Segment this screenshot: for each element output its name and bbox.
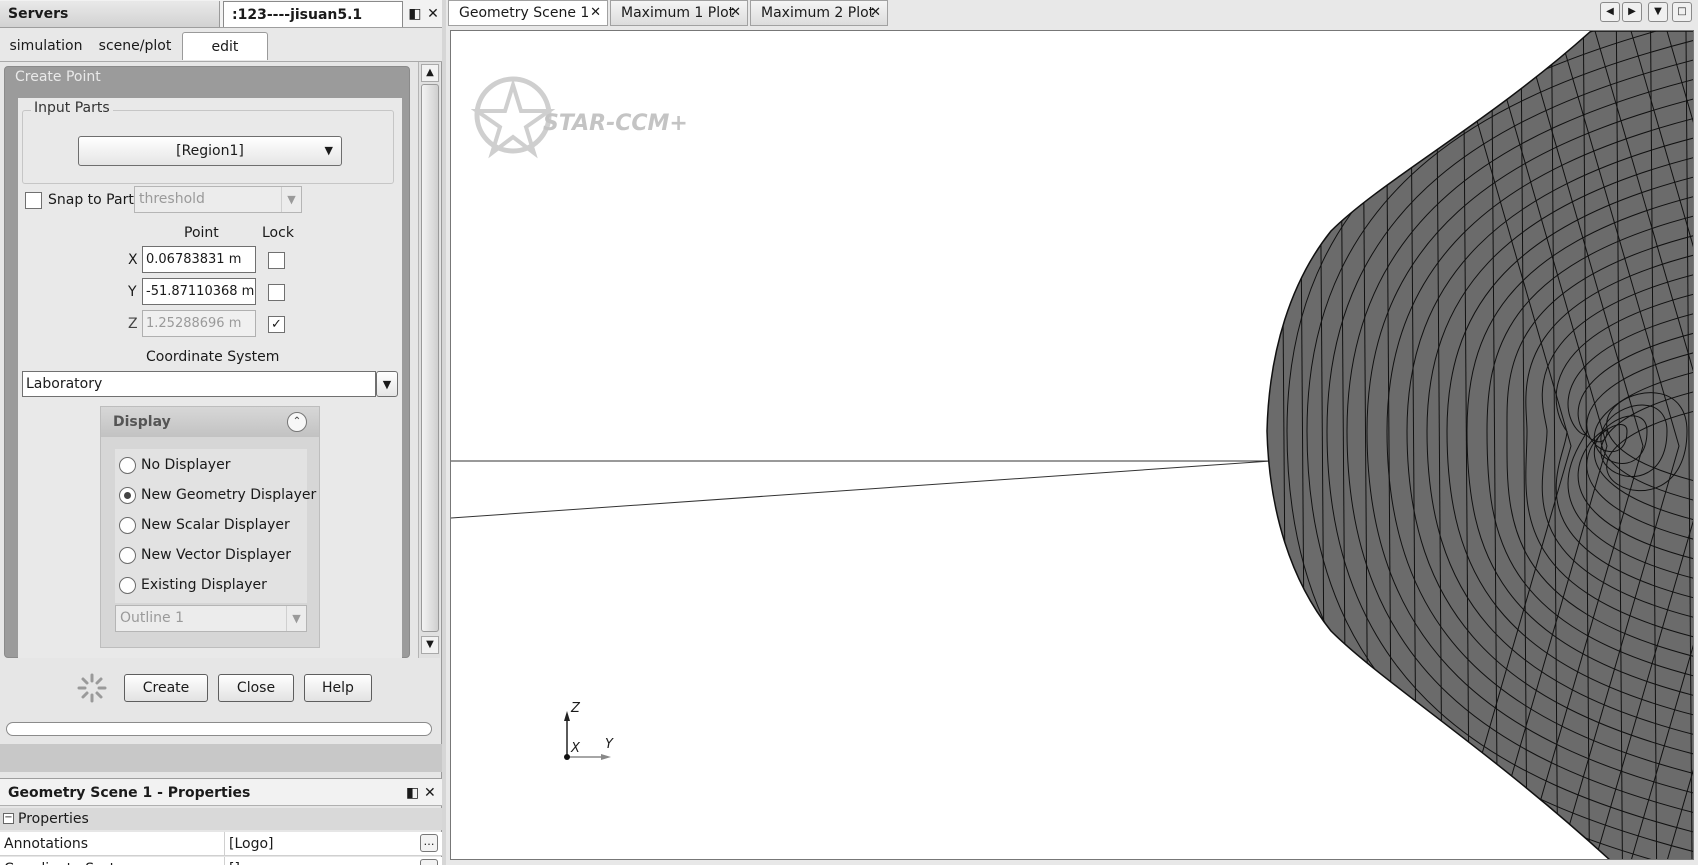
ellipsis-icon[interactable]: … — [420, 859, 438, 865]
property-value: [] — [224, 857, 422, 865]
geometry-scene-viewport[interactable]: STAR-CCM+ Z X Y — [450, 30, 1694, 860]
close-icon[interactable]: ✕ — [730, 1, 741, 25]
y-lock-checkbox[interactable] — [268, 284, 285, 301]
tab-label: Maximum 1 Plot — [621, 5, 735, 21]
point-column-header: Point — [184, 225, 219, 241]
properties-title: Geometry Scene 1 - Properties — [8, 785, 251, 801]
scroll-down-icon[interactable]: ▼ — [421, 636, 439, 654]
display-section: Display ⌃ No Displayer New Geometry Disp… — [100, 406, 320, 648]
maximize-icon[interactable]: □ — [1672, 2, 1692, 22]
form-scrollbar[interactable]: ▲ ▼ — [418, 62, 440, 658]
radio-existing-displayer[interactable] — [119, 577, 136, 594]
y-axis-label: Y — [128, 284, 137, 300]
radio-new-scalar-displayer[interactable] — [119, 517, 136, 534]
chevron-down-icon: ▼ — [286, 606, 306, 631]
tab-edit[interactable]: edit — [182, 32, 268, 60]
existing-displayer-label: Existing Displayer — [141, 577, 267, 593]
tab-maximum-2-plot[interactable]: Maximum 2 Plot ✕ — [750, 0, 888, 26]
create-button[interactable]: Create — [124, 674, 208, 702]
tab-label: Geometry Scene 1 — [459, 5, 590, 21]
x-axis-label: X — [128, 252, 138, 268]
radio-new-vector-displayer[interactable] — [119, 547, 136, 564]
new-scalar-displayer-label: New Scalar Displayer — [141, 517, 290, 533]
prev-icon[interactable]: ◀ — [1600, 2, 1620, 22]
properties-section[interactable]: − Properties — [0, 808, 442, 830]
new-geometry-displayer-label: New Geometry Displayer — [141, 487, 317, 503]
input-parts-dropdown[interactable]: [Region1] ▼ — [78, 136, 342, 166]
coordinate-system-dropdown-button[interactable]: ▼ — [376, 371, 398, 397]
tab-maximum-1-plot[interactable]: Maximum 1 Plot ✕ — [610, 0, 748, 26]
close-icon[interactable]: ✕ — [424, 779, 436, 807]
tab-scene-plot[interactable]: scene/plot — [92, 32, 178, 60]
simulation-tab[interactable]: :123----jisuan5.1 — [223, 1, 403, 27]
tab-geometry-scene-1[interactable]: Geometry Scene 1 ✕ — [448, 0, 608, 26]
close-icon[interactable]: ✕ — [424, 4, 442, 24]
x-lock-checkbox[interactable] — [268, 252, 285, 269]
dropdown-icon[interactable]: ▼ — [1648, 2, 1668, 22]
coordinate-system-label: Coordinate System — [146, 349, 280, 365]
minimize-pin-icon[interactable]: ◧ — [406, 779, 419, 807]
panel-header: Servers :123----jisuan5.1 ◧ ✕ — [0, 0, 442, 28]
geometry-mesh — [451, 31, 1693, 859]
progress-bar — [6, 722, 432, 736]
property-row[interactable]: Coordinate System [] … — [0, 857, 442, 865]
left-panel: Servers :123----jisuan5.1 ◧ ✕ simulation… — [0, 0, 442, 865]
property-value: [Logo] — [224, 832, 422, 856]
panel-divider[interactable] — [0, 744, 442, 772]
display-title: Display — [113, 414, 171, 430]
snap-to-part-checkbox[interactable] — [25, 192, 42, 209]
help-button[interactable]: Help — [304, 674, 372, 702]
tab-simulation[interactable]: simulation — [6, 32, 86, 60]
chevron-down-icon: ▼ — [382, 378, 392, 391]
close-button[interactable]: Close — [218, 674, 294, 702]
triad-y-label: Y — [605, 737, 613, 752]
snap-threshold-value: threshold — [139, 191, 205, 207]
property-key: Annotations — [4, 836, 89, 852]
property-key: Coordinate System — [4, 857, 137, 865]
collapse-up-icon[interactable]: ⌃ — [287, 412, 307, 432]
input-parts-value: [Region1] — [176, 143, 244, 159]
property-row[interactable]: Annotations [Logo] … — [0, 832, 442, 856]
properties-section-label: Properties — [18, 811, 89, 827]
radio-no-displayer[interactable] — [119, 457, 136, 474]
chevron-down-icon: ▼ — [281, 187, 301, 212]
ellipsis-icon[interactable]: … — [420, 834, 438, 852]
chevron-down-icon: ▼ — [324, 144, 333, 157]
triad-z-label: Z — [571, 701, 580, 716]
close-icon[interactable]: ✕ — [590, 1, 601, 25]
sub-tab-bar: simulation scene/plot edit — [0, 28, 442, 62]
scroll-up-icon[interactable]: ▲ — [421, 64, 439, 82]
servers-tab[interactable]: Servers — [0, 1, 220, 27]
create-point-title: Create Point — [15, 69, 101, 85]
z-axis-label: Z — [128, 316, 138, 332]
scroll-thumb[interactable] — [421, 84, 439, 632]
radio-new-geometry-displayer[interactable] — [119, 487, 136, 504]
close-icon[interactable]: ✕ — [870, 1, 881, 25]
snap-threshold-select: threshold ▼ — [134, 186, 302, 213]
properties-header: Geometry Scene 1 - Properties ◧ ✕ — [0, 778, 442, 806]
snap-to-part-label: Snap to Part — [48, 192, 134, 208]
existing-displayer-select: Outline 1 ▼ — [115, 605, 307, 632]
triad-x-label: X — [571, 741, 580, 756]
display-section-header[interactable]: Display ⌃ — [101, 407, 319, 437]
minimize-pin-icon[interactable]: ◧ — [406, 4, 424, 24]
document-area: Geometry Scene 1 ✕ Maximum 1 Plot ✕ Maxi… — [446, 0, 1698, 865]
tab-label: Maximum 2 Plot — [761, 5, 875, 21]
next-icon[interactable]: ▶ — [1622, 2, 1642, 22]
existing-displayer-value: Outline 1 — [120, 610, 185, 626]
z-value-input: 1.25288696 m — [142, 310, 256, 337]
lock-column-header: Lock — [262, 225, 294, 241]
coordinate-system-field[interactable]: Laboratory — [22, 371, 376, 397]
collapse-minus-icon[interactable]: − — [3, 813, 14, 824]
z-lock-checkbox[interactable]: ✓ — [268, 316, 285, 333]
busy-spinner-icon — [77, 673, 107, 703]
y-value-input[interactable]: -51.87110368 m — [142, 278, 256, 305]
x-value-input[interactable]: 0.06783831 m — [142, 246, 256, 273]
new-vector-displayer-label: New Vector Displayer — [141, 547, 292, 563]
no-displayer-label: No Displayer — [141, 457, 231, 473]
input-parts-legend: Input Parts — [31, 100, 113, 116]
